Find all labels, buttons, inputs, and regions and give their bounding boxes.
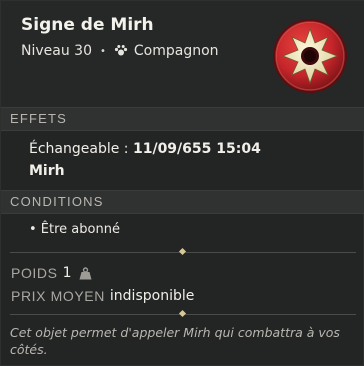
average-price-stat: Prix moyen indisponible	[11, 288, 194, 304]
exchangeable-effect: Échangeable : 11/09/655 15:04	[29, 141, 261, 157]
companion-paw-icon	[114, 45, 127, 56]
item-subtitle: Niveau 30 • Compagnon	[21, 43, 219, 59]
average-price-value: indisponible	[109, 288, 195, 304]
effects-header-label: Effets	[10, 111, 68, 126]
weight-icon	[79, 266, 91, 279]
item-type: Compagnon	[133, 43, 219, 59]
mirh-sign-emblem-icon	[273, 19, 347, 93]
weight-value: 1	[62, 265, 72, 281]
condition-item: • Être abonné	[29, 222, 120, 237]
divider-ornament-icon	[178, 247, 187, 256]
tooltip-header: Signe de Mirh Niveau 30 • Compagnon	[1, 1, 364, 107]
weight-label: Poids	[11, 265, 58, 281]
exchangeable-date: 11/09/655 15:04	[132, 141, 261, 157]
conditions-header-label: Conditions	[10, 194, 104, 209]
item-name: Signe de Mirh	[21, 15, 154, 35]
divider-ornament-icon	[178, 309, 187, 318]
exchangeable-label: Échangeable :	[29, 141, 133, 157]
divider	[10, 247, 356, 256]
conditions-section-header: Conditions	[1, 190, 364, 214]
item-level: Niveau 30	[21, 43, 92, 59]
divider	[10, 309, 356, 318]
effects-section-header: Effets	[1, 107, 364, 131]
item-tooltip: Signe de Mirh Niveau 30 • Compagnon EFFE…	[0, 0, 364, 366]
companion-name-effect: Mirh	[29, 163, 65, 179]
subtitle-separator: •	[99, 45, 106, 57]
average-price-label: Prix moyen	[11, 288, 105, 304]
item-description: Cet objet permet d'appeler Mirh qui comb…	[10, 325, 340, 357]
weight-stat: Poids 1	[11, 265, 92, 281]
